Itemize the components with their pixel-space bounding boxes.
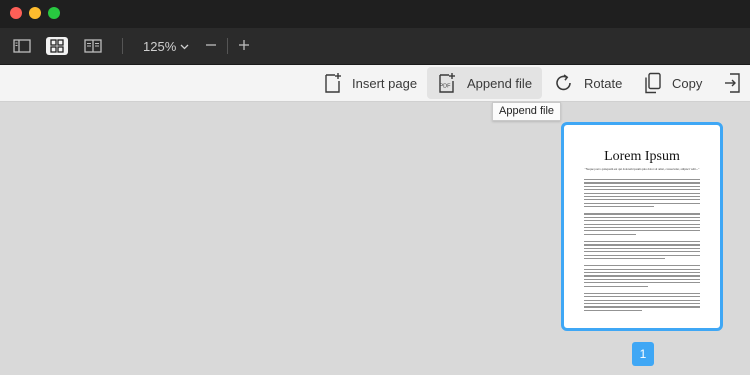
sidebar-view-button[interactable]	[11, 37, 33, 55]
grid-icon	[50, 39, 64, 53]
main-toolbar: 125%	[0, 28, 750, 65]
sidebar-icon	[13, 39, 31, 53]
zoom-dropdown[interactable]: 125%	[143, 39, 189, 54]
append-file-label: Append file	[467, 75, 533, 91]
rotate-icon	[556, 74, 571, 91]
page-actions-bar: Insert page PDF Append file Rotate Copy	[0, 65, 750, 102]
page-preview: Lorem Ipsum "Neque porro quisquam est qu…	[568, 129, 716, 324]
insert-page-label: Insert page	[352, 75, 418, 91]
page-thumbnail[interactable]: Lorem Ipsum "Neque porro quisquam est qu…	[561, 122, 723, 331]
copy-label: Copy	[672, 75, 703, 91]
rotate-label: Rotate	[584, 75, 623, 91]
copy-button[interactable]: Copy	[634, 67, 712, 99]
book-view-button[interactable]	[82, 37, 104, 55]
grid-view-button[interactable]	[46, 37, 68, 55]
document-title: Lorem Ipsum	[604, 149, 680, 164]
append-file-button[interactable]: PDF Append file	[427, 67, 543, 99]
maximize-window-button[interactable]	[48, 7, 60, 19]
zoom-in-button[interactable]	[235, 35, 253, 55]
minus-icon	[206, 44, 216, 46]
toolbar-divider	[227, 38, 228, 54]
document-body-lines	[584, 179, 700, 313]
append-file-tooltip: Append file	[492, 102, 562, 121]
extract-icon	[725, 73, 740, 93]
title-bar	[0, 0, 750, 28]
extract-button[interactable]	[714, 67, 750, 99]
insert-page-icon	[325, 73, 341, 93]
rotate-button[interactable]: Rotate	[544, 67, 632, 99]
zoom-out-button[interactable]	[202, 35, 220, 55]
toolbar-divider	[122, 38, 123, 54]
page-number-badge: 1	[632, 342, 654, 366]
insert-page-button[interactable]: Insert page	[314, 67, 427, 99]
svg-text:PDF: PDF	[440, 84, 452, 90]
copy-icon	[645, 72, 661, 94]
zoom-value: 125%	[143, 39, 177, 54]
plus-icon	[239, 40, 249, 50]
close-window-button[interactable]	[10, 7, 22, 19]
chevron-down-icon	[180, 44, 189, 49]
minimize-window-button[interactable]	[29, 7, 41, 19]
book-icon	[84, 39, 102, 53]
append-pdf-icon: PDF	[439, 73, 455, 93]
document-subtitle: "Neque porro quisquam est qui dolorem ip…	[584, 167, 700, 171]
